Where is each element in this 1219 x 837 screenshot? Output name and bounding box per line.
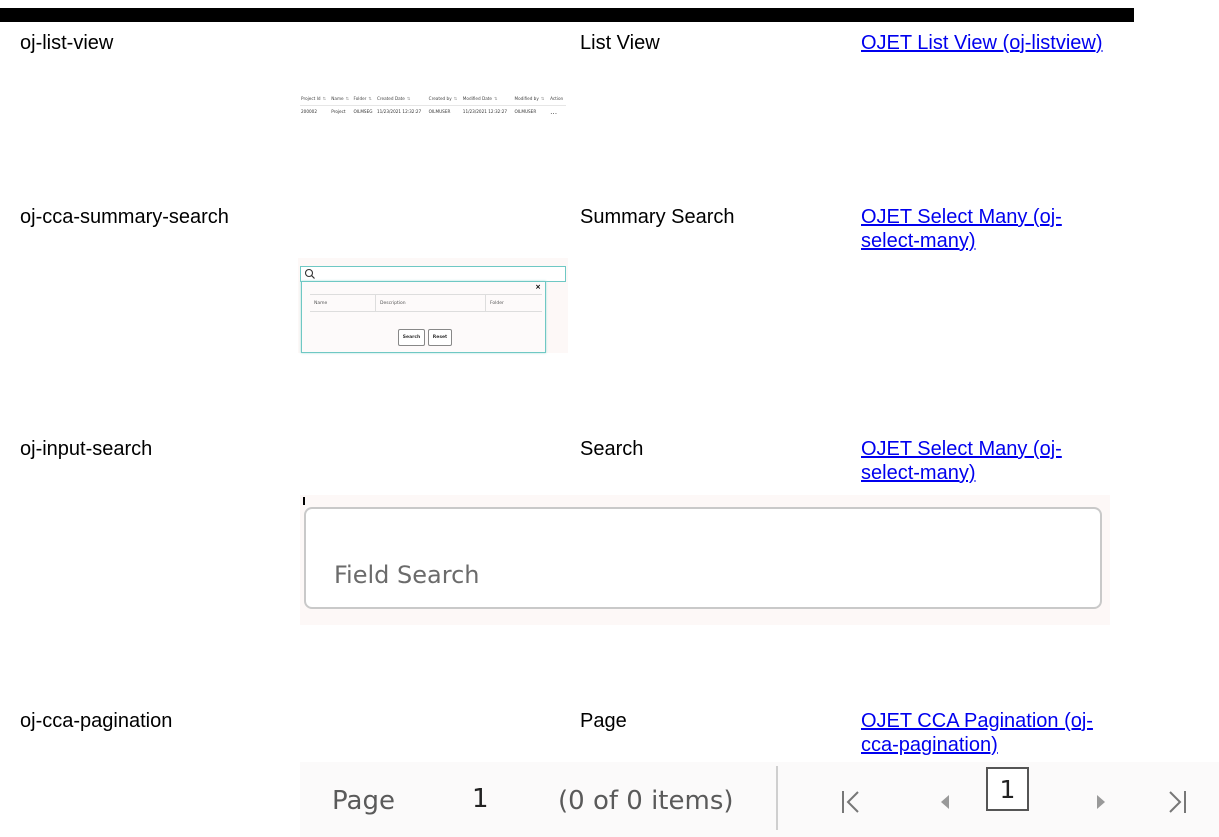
table-top-border bbox=[0, 8, 1134, 22]
table-cell: 11/23/2021 12:32:27 bbox=[376, 109, 422, 114]
last-page-icon[interactable] bbox=[1166, 790, 1188, 814]
component-description: Search bbox=[580, 438, 644, 460]
column-header: Folder bbox=[490, 301, 504, 306]
column-header: Created Date ⇅ bbox=[375, 91, 428, 106]
item-count: (0 of 0 items) bbox=[558, 786, 734, 816]
search-panel: × Name Description Folder Search Reset bbox=[301, 281, 546, 353]
table-cell: 11/23/2021 12:32:27 bbox=[462, 109, 508, 114]
summary-search-preview: × Name Description Folder Search Reset bbox=[298, 258, 568, 353]
field-search-preview: Field Search bbox=[300, 495, 1110, 625]
pagination-preview: Page 1 (0 of 0 items) 1 bbox=[300, 762, 1219, 837]
more-actions-icon: … bbox=[550, 107, 558, 116]
table-cell: Project bbox=[331, 109, 346, 114]
component-name: oj-input-search bbox=[20, 438, 153, 460]
column-header: Folder ⇅ bbox=[352, 91, 376, 106]
table-row: 200002 Project OILMSEG 11/23/2021 12:32:… bbox=[300, 106, 566, 118]
field-search-input[interactable]: Field Search bbox=[304, 507, 1102, 609]
search-button[interactable]: Search bbox=[398, 329, 425, 346]
reset-button[interactable]: Reset bbox=[428, 329, 452, 346]
page-number[interactable]: 1 bbox=[472, 784, 489, 814]
first-page-icon[interactable] bbox=[840, 790, 862, 814]
component-description: Summary Search bbox=[580, 206, 735, 228]
column-header: Name bbox=[310, 295, 376, 311]
next-page-icon[interactable] bbox=[1096, 794, 1106, 810]
preview-table: Project Id ⇅ Name ⇅ Folder ⇅ Created Date ⇅ … bbox=[300, 91, 566, 117]
search-input[interactable] bbox=[300, 266, 566, 282]
column-header: Project Id ⇅ bbox=[300, 91, 331, 106]
table-cell: OILMUSER bbox=[514, 109, 537, 114]
column-header: Modified Date ⇅ bbox=[461, 91, 514, 106]
reference-link[interactable]: OJET Select Many (oj-select-many) bbox=[861, 437, 1111, 485]
column-header: Created by ⇅ bbox=[427, 91, 462, 106]
list-view-preview: Project Id ⇅ Name ⇅ Folder ⇅ Created Date ⇅ … bbox=[300, 91, 566, 121]
component-name: oj-list-view bbox=[20, 32, 114, 54]
text-cursor bbox=[303, 497, 305, 505]
field-search-placeholder: Field Search bbox=[334, 561, 480, 589]
table-cell: 200002 bbox=[301, 109, 317, 114]
column-header: Name ⇅ bbox=[330, 91, 353, 106]
close-icon[interactable]: × bbox=[535, 283, 541, 291]
column-header: Action bbox=[549, 91, 566, 106]
search-icon bbox=[304, 268, 315, 279]
component-description: List View bbox=[580, 32, 660, 54]
component-description: Page bbox=[580, 710, 627, 732]
column-header: Description bbox=[376, 295, 486, 311]
table-cell: OILMUSER bbox=[428, 109, 451, 114]
search-columns: Name Description Folder bbox=[310, 294, 542, 312]
reference-link[interactable]: OJET Select Many (oj-select-many) bbox=[861, 205, 1111, 253]
column-header: Modified by ⇅ bbox=[513, 91, 550, 106]
divider bbox=[776, 766, 778, 830]
previous-page-icon[interactable] bbox=[940, 794, 950, 810]
component-name: oj-cca-summary-search bbox=[20, 206, 229, 228]
table-cell: OILMSEG bbox=[353, 109, 373, 114]
component-name: oj-cca-pagination bbox=[20, 710, 173, 732]
reference-link[interactable]: OJET List View (oj-listview) bbox=[861, 31, 1106, 55]
reference-link[interactable]: OJET CCA Pagination (oj-cca-pagination) bbox=[861, 709, 1111, 757]
page-label: Page bbox=[332, 786, 395, 816]
current-page-button[interactable]: 1 bbox=[986, 767, 1029, 811]
